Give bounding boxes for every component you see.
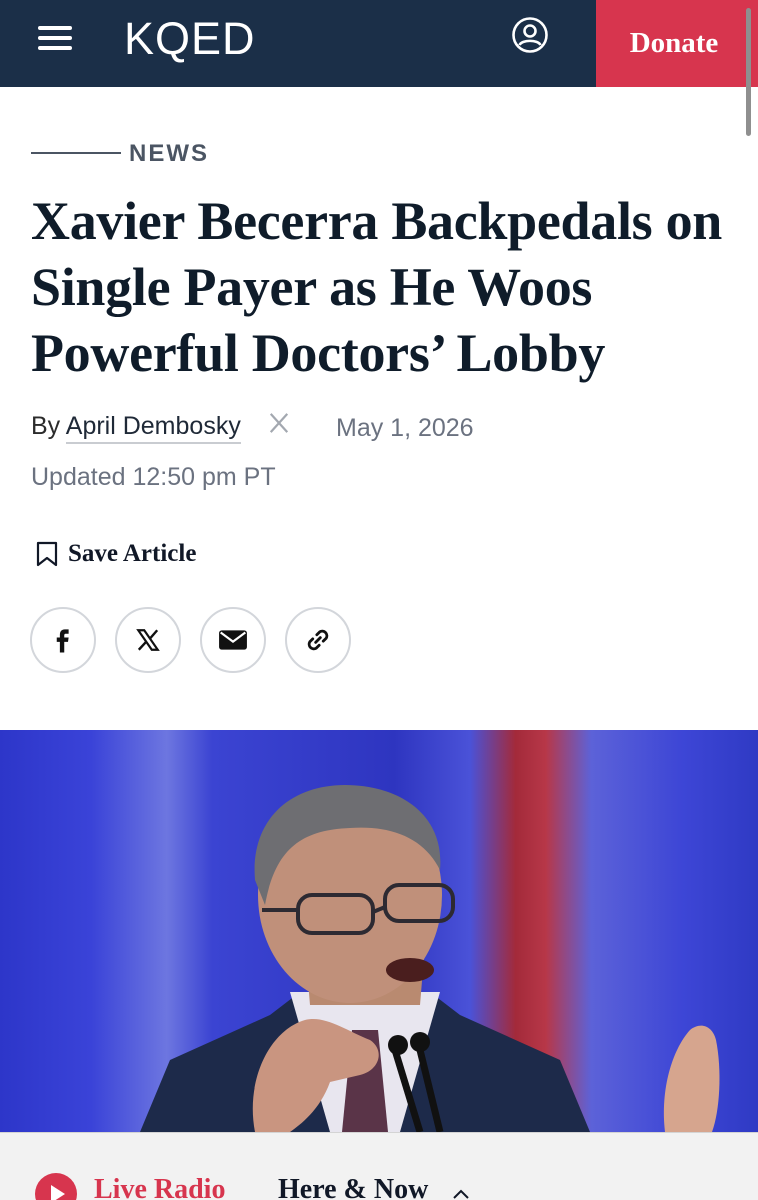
play-icon[interactable] xyxy=(35,1173,77,1200)
facebook-icon xyxy=(56,629,69,653)
save-article-button[interactable]: Save Article xyxy=(36,540,196,568)
article-headline: Xavier Becerra Backpedals on Single Paye… xyxy=(31,191,723,383)
share-facebook-button[interactable] xyxy=(30,607,96,673)
author-x-icon[interactable] xyxy=(268,412,290,441)
email-icon xyxy=(219,630,247,650)
author-link[interactable]: April Dembosky xyxy=(65,412,241,444)
menu-icon[interactable] xyxy=(38,24,72,52)
chevron-up-icon[interactable] xyxy=(452,1186,470,1200)
x-icon xyxy=(136,629,160,651)
now-playing-program[interactable]: Here & Now xyxy=(278,1174,428,1200)
share-x-button[interactable] xyxy=(115,607,181,673)
byline: By April Dembosky xyxy=(31,412,241,444)
bookmark-icon xyxy=(36,541,58,567)
share-email-button[interactable] xyxy=(200,607,266,673)
photo-of-speaker xyxy=(140,785,720,1132)
hero-image xyxy=(0,730,758,1132)
site-header: KQED Donate xyxy=(0,0,758,87)
site-logo[interactable]: KQED xyxy=(124,12,256,66)
publish-date: May 1, 2026 xyxy=(336,414,474,442)
account-icon[interactable] xyxy=(511,16,549,54)
save-article-label: Save Article xyxy=(68,540,197,567)
donate-button[interactable]: Donate xyxy=(596,0,758,87)
byline-prefix: By xyxy=(31,412,61,440)
section-label[interactable]: NEWS xyxy=(129,140,209,168)
link-icon xyxy=(307,629,329,651)
live-radio-link[interactable]: Live Radio xyxy=(94,1174,225,1200)
page-scrollbar[interactable] xyxy=(746,8,751,136)
share-link-button[interactable] xyxy=(285,607,351,673)
updated-time: Updated 12:50 pm PT xyxy=(31,463,276,491)
section-divider xyxy=(31,152,121,154)
